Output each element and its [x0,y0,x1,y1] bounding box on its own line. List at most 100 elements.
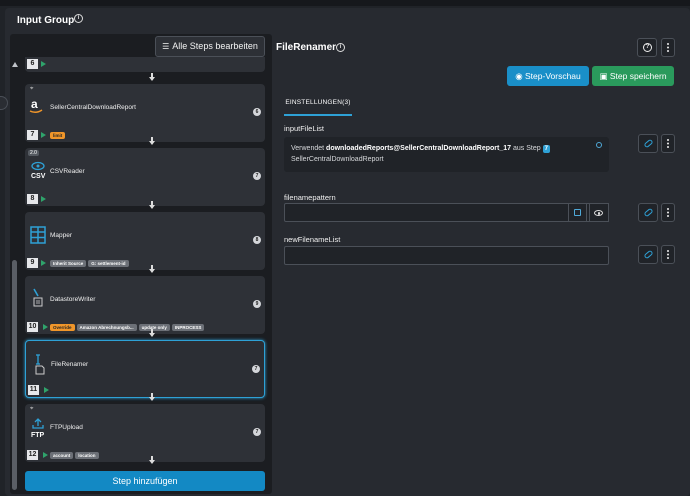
step-badge: 7 [253,172,261,180]
link-button[interactable] [638,203,658,222]
step-card-csvreader[interactable]: 2.0 CSV CSVReader 7 8 [25,148,265,206]
more-options-button[interactable] [661,38,675,57]
pin-icon: ⌖ [30,86,34,92]
step-number: 9 [27,258,38,268]
step-tags: Override Amazon Abrechnungsb... update o… [50,324,205,331]
step-name: FTPUpload [50,424,83,431]
newfilenamelist-input[interactable] [284,246,609,265]
step-tags: account location [50,452,99,459]
play-icon[interactable] [43,452,48,458]
tag: Inherit Source [50,260,87,267]
link-icon [643,138,654,149]
flow-arrow-icon [149,73,155,81]
flow-arrow-icon [149,201,155,209]
edit-all-steps-button[interactable]: ☰ Alle Steps bearbeiten [155,36,265,57]
field-label: newFilenameList [284,235,341,244]
step-card-sellercentral[interactable]: ⌖ a SellerCentralDownloadReport 6 7 limi… [25,84,265,142]
add-step-button[interactable]: Step hinzufügen [25,471,265,491]
info-icon[interactable]: i [336,43,345,52]
play-icon[interactable] [44,387,49,393]
flow-arrow-icon [149,137,155,145]
step-number: 8 [27,194,38,204]
app-frame: Input Group i ☰ Alle Steps bearbeiten 6 ⌖… [0,0,690,496]
steps-scrollbar[interactable] [11,62,19,494]
help-button[interactable]: ? [637,38,657,57]
step-card-datastorewriter[interactable]: DatastoreWriter 9 10 Override Amazon Abr… [25,276,265,334]
step-badge: 9 [253,300,261,308]
play-icon[interactable] [41,260,46,266]
info-icon[interactable]: i [74,14,83,23]
tag: location [75,452,99,459]
eye-icon [594,210,603,216]
step-badge: 8 [253,236,261,244]
step-number: 7 [27,130,38,140]
tag: G: settlement-id [88,260,129,267]
file-rename-icon [33,354,47,381]
list-edit-icon: ☰ [162,42,170,51]
ftp-icon: FTP [30,417,46,444]
flow-arrow-icon [149,265,155,273]
play-icon[interactable] [43,324,48,330]
more-options-button[interactable] [661,134,675,153]
tab-settings[interactable]: EINSTELLUNGEN(3) [284,94,352,116]
eye-icon: ◉ [515,71,525,81]
tag: limit [50,132,66,139]
link-icon [643,249,654,260]
flow-arrow-icon [149,456,155,464]
pin-icon: ⌖ [30,406,34,412]
reference-name: downloadedReports@SellerCentralDownloadR… [326,145,512,152]
step-badge: 7 [252,365,260,373]
field-label: filenamepattern [284,193,336,202]
tag: Override [50,324,75,331]
more-options-button[interactable] [661,245,675,264]
step-card-mapper[interactable]: Mapper 8 9 Inherit Source G: settlement-… [25,212,265,270]
tag: Amazon Abrechnungsb... [76,324,137,331]
input-file-list-reference: Verwendet downloadedReports@SellerCentra… [284,137,609,172]
svg-text:CSV: CSV [31,173,46,180]
step-number: 6 [27,59,38,69]
link-button[interactable] [638,134,658,153]
step-number: 11 [28,385,39,395]
page-title: Input Group [17,15,75,26]
step-number: 10 [27,322,38,332]
tag: INPROCESS [171,324,205,331]
plus-box-icon [574,209,581,216]
kebab-icon [667,250,669,252]
filenamepattern-input[interactable] [284,203,609,222]
insert-variable-button[interactable] [568,203,587,222]
play-icon[interactable] [41,61,46,67]
kebab-icon [667,43,669,45]
play-icon[interactable] [41,132,46,138]
step-card-partial[interactable]: 6 [25,57,265,72]
svg-text:FTP: FTP [31,432,45,439]
amazon-icon: a [29,97,43,120]
version-badge: 2.0 [28,150,39,156]
step-tags: limit [50,132,66,139]
step-number: 12 [27,450,38,460]
play-icon[interactable] [41,196,46,202]
top-bar [0,0,690,6]
step-card-filerenamer[interactable]: FileRenamer 7 11 [25,340,265,398]
step-card-ftpupload[interactable]: ⌖ FTP FTPUpload 7 12 account location [25,404,265,462]
step-preview-button[interactable]: ◉ Step-Vorschau [507,66,589,86]
step-name: CSVReader [50,168,85,175]
flow-arrow-icon [149,393,155,401]
field-label: inputFileList [284,124,325,133]
kebab-icon [667,208,669,210]
link-icon [643,207,654,218]
step-number-badge: 7 [542,145,550,153]
step-title: FileRenamer [276,42,337,53]
kebab-icon [667,139,669,141]
save-step-button[interactable]: ▣ Step speichern [592,66,674,86]
remove-reference-icon[interactable] [596,142,602,148]
scroll-up-arrow-icon[interactable] [12,62,18,67]
step-name: SellerCentralDownloadReport [50,104,136,111]
toggle-visibility-button[interactable] [589,203,609,222]
more-options-button[interactable] [661,203,675,222]
step-name: DatastoreWriter [50,296,96,303]
scroll-thumb[interactable] [12,260,17,490]
step-badge: 7 [253,428,261,436]
flow-arrow-icon [149,329,155,337]
datastore-icon [31,288,45,313]
link-button[interactable] [638,245,658,264]
